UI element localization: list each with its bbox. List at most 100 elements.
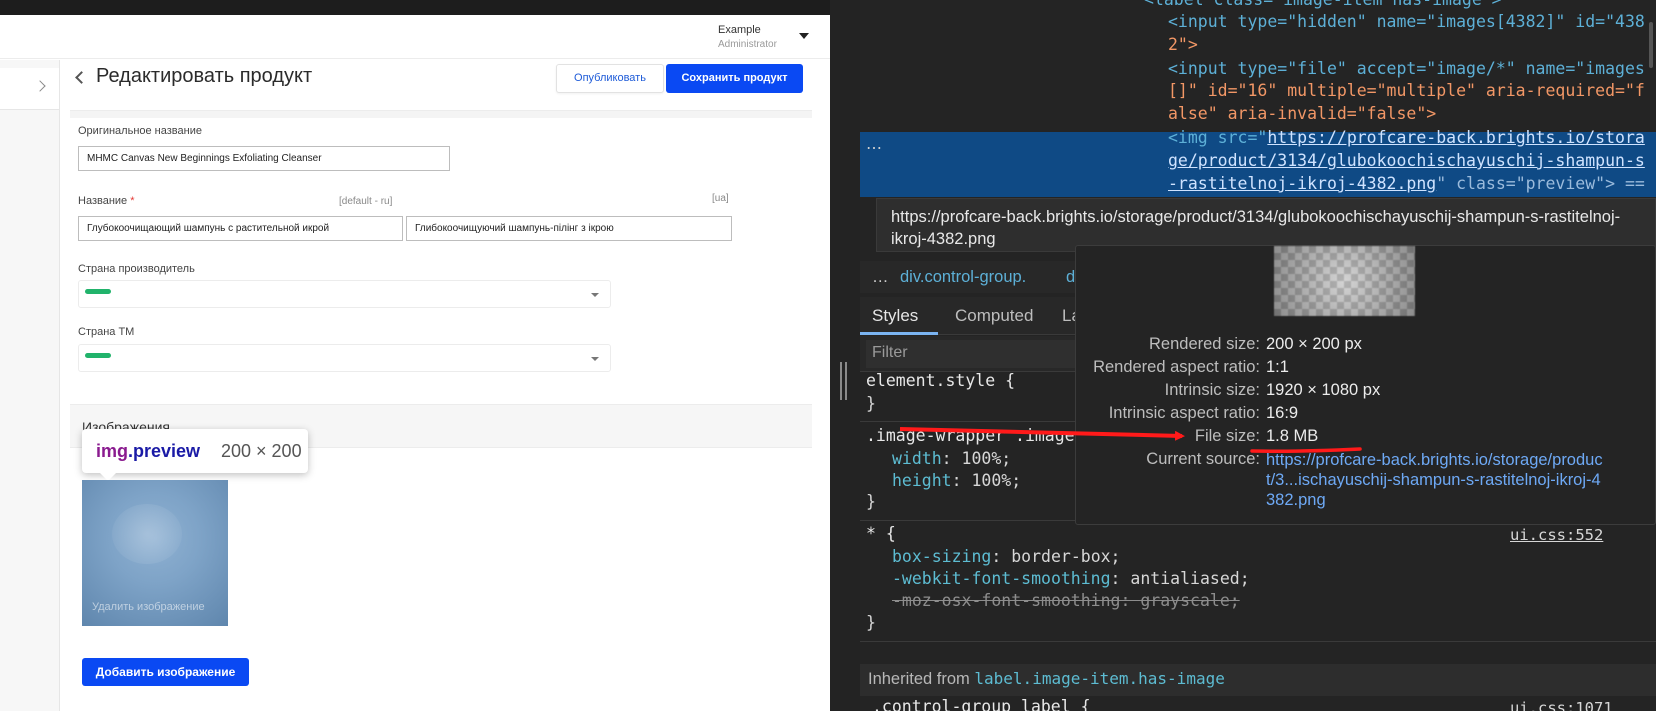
decl-width[interactable]: width: 100%;	[892, 449, 1011, 468]
rule-universal[interactable]: * {	[866, 524, 896, 543]
flag-icon	[85, 353, 111, 358]
tab-computed[interactable]: Computed	[955, 306, 1033, 326]
info-key: Intrinsic size:	[1164, 381, 1260, 399]
dropdown-caret-icon[interactable]	[591, 357, 599, 361]
original-name-label: Оригинальное название	[78, 125, 202, 137]
img-src-link-end[interactable]: -rastitelnoj-ikroj-4382.png	[1168, 174, 1436, 193]
decl-box-sizing[interactable]: box-sizing: border-box;	[892, 547, 1121, 566]
lang-tag-ru: [default - ru]	[339, 196, 393, 207]
element-inspect-tooltip: img.preview 200 × 200	[82, 429, 308, 481]
info-value: 1920 × 1080 px	[1266, 381, 1381, 399]
decl-height[interactable]: height: 100%;	[892, 471, 1021, 490]
code-line-input-file[interactable]: <input type="file" accept="image/*" name…	[1168, 59, 1645, 78]
decl-bs-val: border-box;	[1011, 547, 1121, 566]
url-tooltip: https://profcare-back.brights.io/storage…	[876, 198, 1656, 252]
name-ua-input[interactable]: Глибокоочищуючий шампунь-пілінг з ікрою	[406, 216, 732, 241]
img-src-link[interactable]: https://profcare-back.brights.io/stora	[1267, 128, 1645, 147]
panel-splitter[interactable]	[830, 0, 860, 711]
info-key: File size:	[1194, 427, 1260, 445]
input-file-tag-end: alse" aria-invalid="false">	[1168, 104, 1437, 123]
code-line-img[interactable]: <img src="https://profcare-back.brights.…	[1168, 128, 1645, 147]
lang-tag-ua: [ua]	[712, 193, 729, 204]
rule-image-wrapper[interactable]: .image-wrapper .image	[866, 426, 1075, 445]
decl-webkit-smoothing[interactable]: -webkit-font-smoothing: antialiased;	[892, 569, 1250, 588]
code-line-input-hidden-cont[interactable]: 2">	[1168, 35, 1198, 54]
name-label: Название *	[78, 195, 135, 207]
tooltip-class: .preview	[128, 441, 201, 461]
img-open-tag: <img src="	[1168, 128, 1268, 147]
dropdown-caret-icon[interactable]	[591, 293, 599, 297]
user-name[interactable]: Example	[718, 24, 761, 36]
inherited-selector[interactable]: label.image-item.has-image	[974, 669, 1224, 688]
devtools-panel: <label class="image-item has-image"> <in…	[860, 0, 1656, 711]
screenshot: { "app": { "user": { "name": "Example", …	[0, 0, 1656, 711]
decl-wfs-val: antialiased;	[1130, 569, 1250, 588]
rule-control-group-label[interactable]: .control-group label {	[872, 697, 1091, 711]
img-src-link-cont[interactable]: ge/product/3134/glubokoochischayuschij-s…	[1168, 151, 1645, 170]
current-source-link[interactable]: https://profcare-back.brights.io/storage…	[1266, 450, 1606, 510]
rule-divider	[860, 641, 1656, 642]
input-hidden-tag-cont: 2">	[1168, 35, 1198, 54]
breadcrumb-item[interactable]: d	[1066, 268, 1075, 287]
country-producer-label: Страна производитель	[78, 263, 195, 275]
sidebar	[0, 60, 60, 711]
drag-handle-icon[interactable]	[840, 362, 847, 400]
code-line-img-cont[interactable]: ge/product/3134/glubokoochischayuschij-s…	[1168, 151, 1645, 170]
more-actions-icon[interactable]: …	[866, 134, 882, 153]
rule-element-style[interactable]: element.style {	[866, 371, 1015, 390]
code-line-img-end[interactable]: -rastitelnoj-ikroj-4382.png" class="prev…	[1168, 174, 1645, 193]
name-ru-input[interactable]: Глубокоочищающий шампунь с растительной …	[78, 216, 403, 241]
decl-width-val: 100%;	[961, 449, 1012, 468]
info-value: 16:9	[1266, 404, 1299, 422]
breadcrumb-item[interactable]: div.control-group.	[900, 268, 1026, 287]
flag-icon	[85, 289, 111, 294]
image-highlight	[112, 504, 182, 564]
info-key: Current source:	[1146, 450, 1260, 468]
info-value: 1.8 MB	[1266, 427, 1319, 445]
tab-styles[interactable]: Styles	[872, 306, 918, 326]
app-header: Example Administrator	[0, 15, 830, 59]
source-link[interactable]: ui.css:552	[1510, 526, 1603, 544]
decl-moz-smoothing[interactable]: -moz-osx-font-smoothing: grayscale;	[892, 591, 1240, 610]
code-line-input-hidden[interactable]: <input type="hidden" name="images[4382]"…	[1168, 12, 1645, 31]
decl-wfs-prop: -webkit-font-smoothing	[892, 569, 1111, 588]
page-title: Редактировать продукт	[96, 65, 313, 87]
tooltip-size: 200 × 200	[221, 441, 302, 461]
tooltip-tag: img	[96, 441, 129, 461]
product-form: Редактировать продукт Опубликовать Сохра…	[70, 60, 812, 711]
header-divider	[70, 110, 812, 118]
rule-close: }	[866, 613, 876, 632]
code-line-input-file-cont[interactable]: []" id="16" multiple="multiple" aria-req…	[1168, 81, 1645, 100]
image-info-popover: Rendered size: 200 × 200 px Rendered asp…	[1075, 245, 1656, 525]
user-menu-caret-icon[interactable]	[799, 33, 809, 39]
publish-button[interactable]: Опубликовать	[556, 64, 664, 93]
info-value: 200 × 200 px	[1266, 335, 1362, 353]
code-line-input-file-end[interactable]: alse" aria-invalid="false">	[1168, 104, 1436, 123]
country-producer-select[interactable]	[78, 280, 611, 308]
input-file-tag: <input type="file" accept="image/*" name…	[1168, 59, 1645, 78]
delete-image-button[interactable]: Удалить изображение	[92, 601, 205, 613]
scrollbar-thumb[interactable]	[1649, 22, 1653, 68]
original-name-input[interactable]: MHMC Canvas New Beginnings Exfoliating C…	[78, 146, 450, 171]
chevron-right-icon[interactable]	[34, 80, 46, 92]
image-thumbnail	[1274, 246, 1415, 316]
country-tm-select[interactable]	[78, 344, 611, 372]
user-role: Administrator	[718, 39, 777, 50]
img-tag-tail: " class="preview"> ==	[1436, 174, 1645, 193]
rule-close: }	[866, 492, 876, 511]
back-icon[interactable]	[75, 71, 88, 84]
sidebar-toggle[interactable]	[0, 68, 59, 110]
browser-bar	[0, 0, 830, 15]
breadcrumb-more-icon[interactable]: …	[872, 268, 889, 287]
add-image-button[interactable]: Добавить изображение	[82, 658, 249, 686]
inherited-header: Inherited from label.image-item.has-imag…	[860, 664, 1656, 696]
rule-close: }	[866, 394, 876, 413]
inherited-label: Inherited from	[868, 670, 970, 688]
decl-bs-prop: box-sizing	[892, 547, 992, 566]
product-image-preview[interactable]: Удалить изображение	[82, 480, 228, 626]
label-open-tag: <label class="image-item has-image">	[1144, 0, 1502, 9]
admin-app: Example Administrator Редактировать прод…	[0, 0, 830, 711]
code-line-label: <label class="image-item has-image">	[1144, 0, 1502, 9]
save-product-button[interactable]: Сохранить продукт	[666, 64, 803, 93]
source-link[interactable]: ui.css:1071	[1510, 699, 1613, 711]
